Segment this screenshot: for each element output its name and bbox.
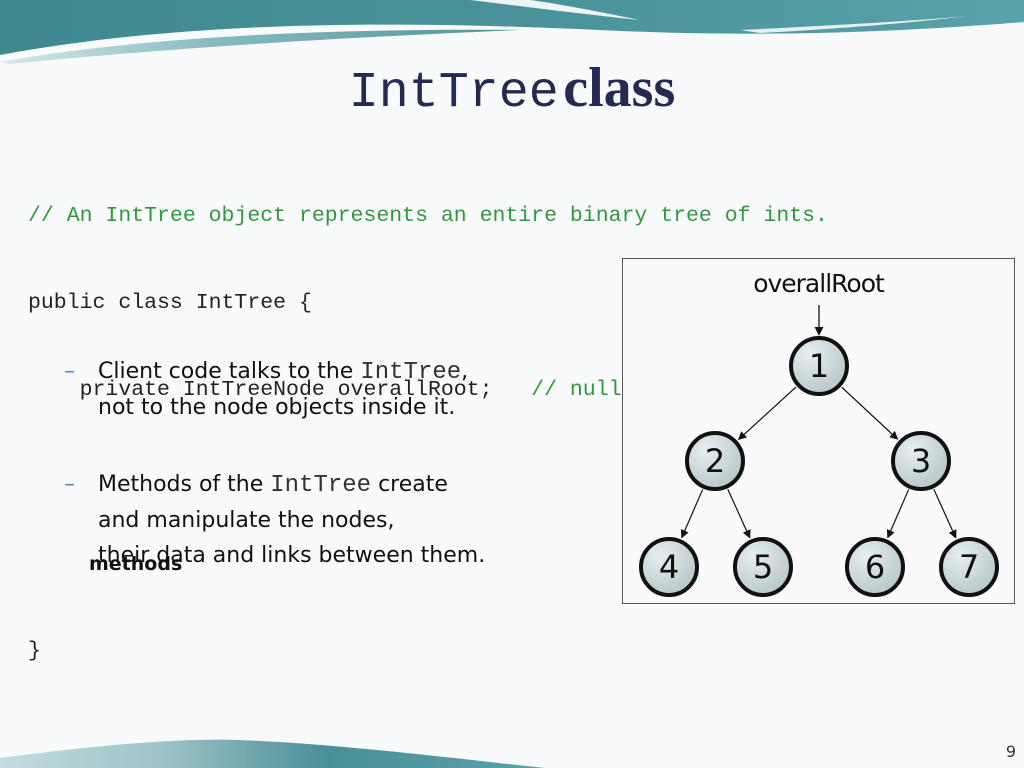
edge-1-3 bbox=[841, 386, 899, 440]
bullet-list: – Client code talks to the IntTree, not … bbox=[64, 354, 534, 573]
page-number: 9 bbox=[1005, 742, 1016, 761]
title-code: IntTree bbox=[348, 65, 559, 122]
tree-node-1: 1 bbox=[789, 336, 849, 396]
node-value: 7 bbox=[959, 548, 979, 586]
dash-bullet-icon: – bbox=[64, 359, 75, 384]
title-text: class bbox=[563, 57, 676, 119]
edge-1-2 bbox=[738, 386, 797, 440]
tree-node-5: 5 bbox=[733, 537, 793, 597]
edge-3-7 bbox=[933, 488, 957, 539]
code-closing-brace: } bbox=[28, 639, 41, 663]
node-value: 4 bbox=[659, 548, 679, 586]
tree-node-4: 4 bbox=[639, 537, 699, 597]
tree-diagram: 1 2 3 4 5 6 7 bbox=[639, 305, 999, 597]
node-value: 2 bbox=[705, 442, 725, 480]
tree-node-3: 3 bbox=[891, 431, 951, 491]
code-comment-line: // An IntTree object represents an entir… bbox=[28, 204, 828, 228]
node-value: 5 bbox=[753, 548, 773, 586]
tree-node-7: 7 bbox=[939, 537, 999, 597]
binary-tree-figure: overallRoot 1234567 bbox=[622, 258, 1015, 604]
edge-3-6 bbox=[886, 489, 910, 539]
bullet-item: – Methods of the IntTree create and mani… bbox=[64, 467, 534, 573]
edge-2-5 bbox=[727, 488, 751, 539]
node-value: 6 bbox=[865, 548, 885, 586]
tree-node-2: 2 bbox=[685, 431, 745, 491]
node-value: 1 bbox=[809, 347, 829, 385]
edge-2-4 bbox=[680, 489, 704, 539]
tree-node-6: 6 bbox=[845, 537, 905, 597]
slide-title: IntTree class bbox=[0, 56, 1024, 122]
bullet-item: – Client code talks to the IntTree, not … bbox=[64, 354, 534, 425]
dash-bullet-icon: – bbox=[64, 472, 75, 497]
node-value: 3 bbox=[911, 442, 931, 480]
